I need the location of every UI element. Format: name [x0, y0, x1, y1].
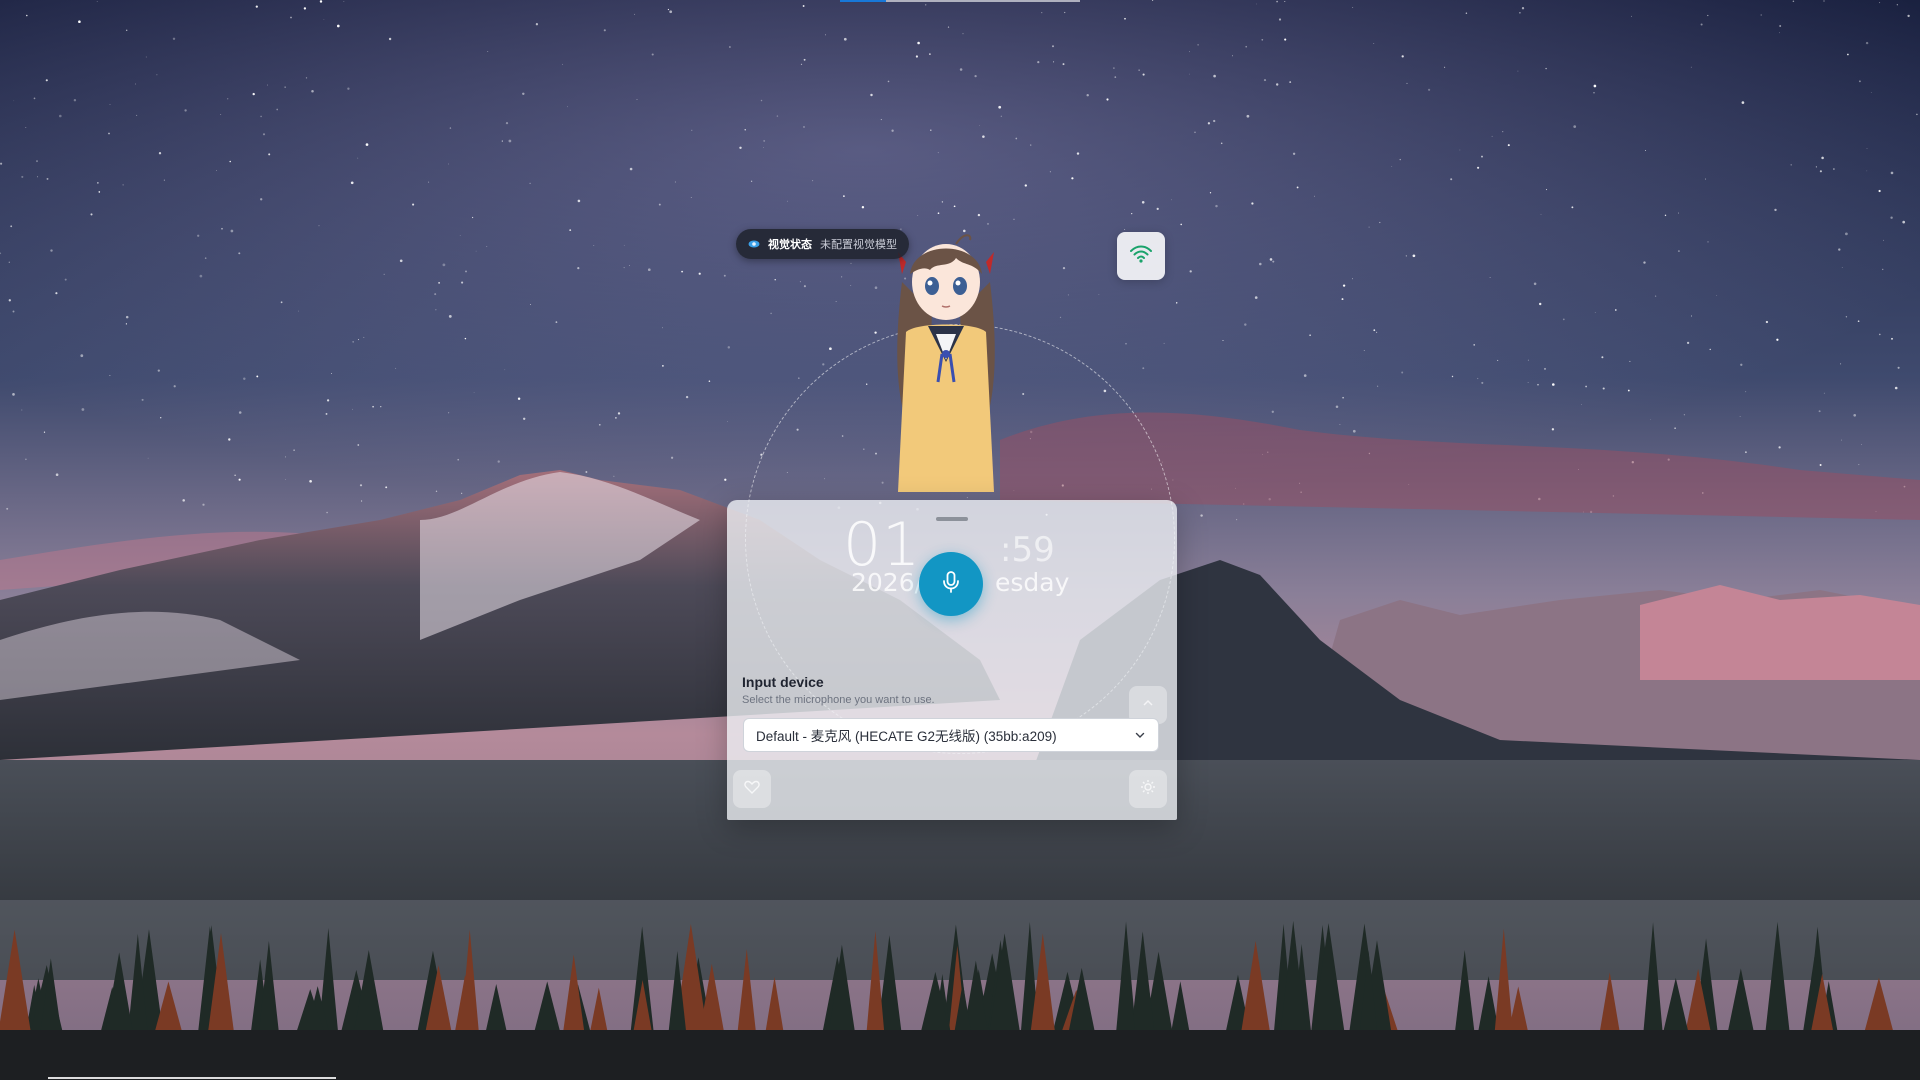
microphone-button[interactable] — [919, 552, 983, 616]
chevron-down-icon — [1134, 729, 1146, 741]
network-status-button[interactable] — [1117, 232, 1165, 280]
heart-icon — [744, 780, 760, 799]
anime-character-avatar[interactable] — [876, 222, 1016, 502]
microphone-icon — [941, 570, 961, 599]
vision-status-label: 视觉状态 — [768, 239, 812, 251]
vision-status-value: 未配置视觉模型 — [820, 239, 897, 251]
taskbar-indicator — [48, 1077, 336, 1079]
top-progress-fill — [840, 0, 886, 2]
input-device-select[interactable]: Default - 麦克风 (HECATE G2无线版) (35bb:a209) — [743, 718, 1159, 752]
eye-icon — [748, 238, 760, 250]
input-device-description: Select the microphone you want to use. — [742, 694, 935, 706]
voice-input-panel: 01 :59 2026/ esday Input device Select t… — [727, 500, 1177, 820]
vision-status-pill[interactable]: 视觉状态 未配置视觉模型 — [736, 229, 909, 259]
chevron-up-icon — [1141, 696, 1155, 715]
favorite-button[interactable] — [733, 770, 771, 808]
wifi-icon — [1130, 245, 1152, 268]
clock-minutes: :59 — [1000, 530, 1055, 570]
gear-icon — [1140, 779, 1156, 800]
clock-date: 2026/ — [851, 568, 924, 597]
input-device-selected-value: Default - 麦克风 (HECATE G2无线版) (35bb:a209) — [756, 729, 1057, 744]
input-device-title: Input device — [742, 674, 824, 690]
clock-weekday: esday — [995, 568, 1070, 597]
drag-handle[interactable] — [936, 517, 968, 521]
settings-button[interactable] — [1129, 770, 1167, 808]
